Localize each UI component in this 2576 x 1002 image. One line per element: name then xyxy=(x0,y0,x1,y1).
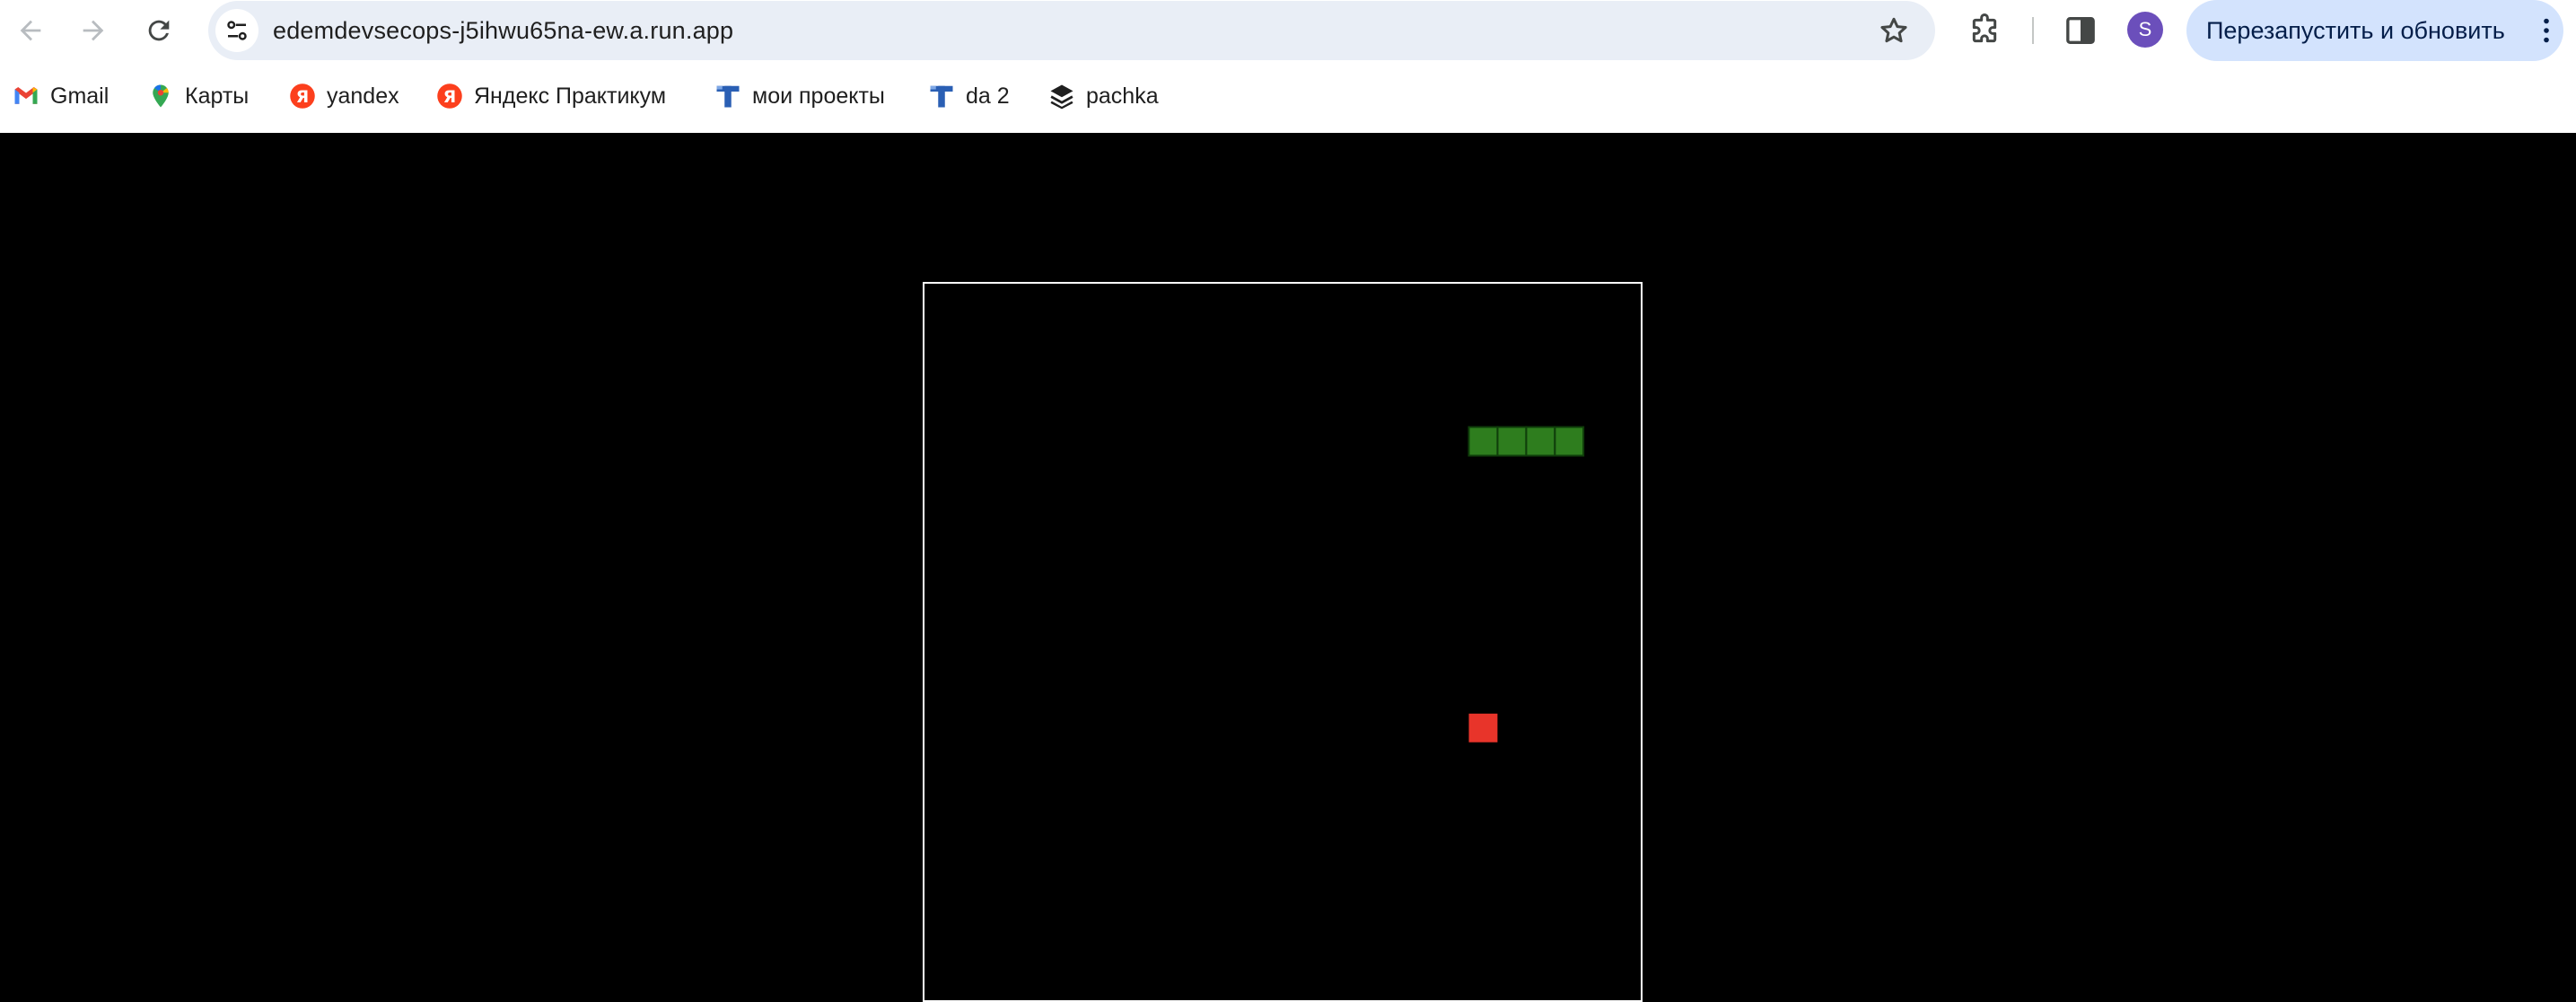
yandex-icon: Я xyxy=(289,83,316,110)
puzzle-icon[interactable] xyxy=(1967,13,2002,48)
bookmark-yandex[interactable]: Я yandex xyxy=(289,79,399,113)
star-icon[interactable] xyxy=(1878,14,1910,47)
bookmark-gmail[interactable]: Gmail xyxy=(13,79,109,113)
svg-text:Я: Я xyxy=(443,88,456,107)
page-content xyxy=(0,133,2576,1002)
bookmarks-bar: Gmail Карты Я yandex Я Яндекс Практикум … xyxy=(0,61,2576,133)
bookmark-my-projects[interactable]: мои проекты xyxy=(714,79,885,113)
reload-icon xyxy=(148,20,170,41)
yandex-icon: Я xyxy=(436,83,463,110)
stack-icon xyxy=(1048,83,1075,110)
browser-toolbar: edemdevsecops-j5ihwu65na-ew.a.run.app S … xyxy=(0,0,2576,61)
maps-pin-icon xyxy=(147,83,174,110)
bookmark-maps[interactable]: Карты xyxy=(147,79,249,113)
restart-update-label: Перезапустить и обновить xyxy=(2206,17,2505,44)
game-board[interactable] xyxy=(923,282,1643,1002)
game-canvas xyxy=(1468,426,1585,743)
url-text[interactable]: edemdevsecops-j5ihwu65na-ew.a.run.app xyxy=(273,1,733,60)
bookmark-label: da 2 xyxy=(966,83,1010,109)
kebab-icon xyxy=(2544,18,2549,43)
bookmark-label: Карты xyxy=(185,83,250,109)
t-logo-icon xyxy=(714,83,741,110)
bookmark-label: Яндекс Практикум xyxy=(474,83,667,109)
snake-segment xyxy=(1525,426,1556,457)
bookmark-label: Gmail xyxy=(50,83,110,109)
arrow-right-icon xyxy=(83,20,104,41)
snake-head xyxy=(1554,426,1585,457)
tune-icon xyxy=(227,21,247,40)
reload-button[interactable] xyxy=(137,9,180,52)
svg-text:Я: Я xyxy=(296,88,309,107)
bookmark-yandex-praktikum[interactable]: Я Яндекс Практикум xyxy=(436,79,666,113)
toolbar-separator xyxy=(2032,17,2034,44)
restart-update-button[interactable]: Перезапустить и обновить xyxy=(2186,0,2563,61)
site-info-button[interactable] xyxy=(215,9,258,52)
snake-segment xyxy=(1496,426,1528,457)
side-panel-icon[interactable] xyxy=(2063,13,2098,48)
address-bar[interactable]: edemdevsecops-j5ihwu65na-ew.a.run.app xyxy=(208,1,1935,60)
profile-avatar[interactable]: S xyxy=(2127,12,2163,48)
bookmark-label: мои проекты xyxy=(752,83,885,109)
bookmark-label: yandex xyxy=(327,83,399,109)
back-button[interactable] xyxy=(9,9,52,52)
arrow-left-icon xyxy=(20,20,41,41)
bookmark-label: pachka xyxy=(1086,83,1159,109)
food-item xyxy=(1468,713,1498,743)
bookmark-da2[interactable]: da 2 xyxy=(928,79,1010,113)
bookmark-pachka[interactable]: pachka xyxy=(1048,79,1159,113)
snake-segment xyxy=(1468,426,1499,457)
gmail-icon xyxy=(13,83,39,110)
t-logo-icon xyxy=(928,83,955,110)
forward-button[interactable] xyxy=(72,9,115,52)
